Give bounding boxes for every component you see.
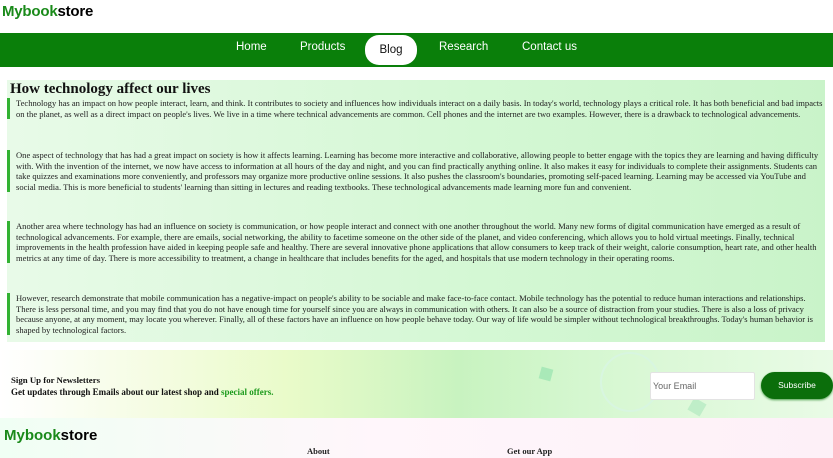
newsletter-subtext: Get updates through Emails about our lat…	[11, 387, 273, 397]
footer-logo[interactable]: Mybookstore	[4, 427, 97, 444]
article-paragraph-1: Technology has an impact on how people i…	[7, 98, 825, 119]
nav-contact[interactable]: Contact us	[522, 41, 577, 53]
newsletter-highlight: special offers.	[220, 387, 274, 397]
main-navbar: Home Products Blog Research Contact us	[0, 33, 833, 67]
decorative-square	[538, 366, 554, 382]
article-paragraph-3: Another area where technology has had an…	[7, 221, 825, 263]
site-logo[interactable]: Mybookstore	[2, 3, 93, 20]
newsletter-section: Sign Up for Newsletters Get updates thro…	[0, 350, 833, 418]
email-input[interactable]: Your Email	[650, 372, 755, 400]
subscribe-button[interactable]: Subscribe	[761, 372, 833, 399]
logo-part-2: store	[57, 3, 94, 20]
logo-part-1: Mybook	[2, 3, 58, 20]
article-title: How technology affect our lives	[10, 81, 211, 97]
footer-about-heading: About	[307, 446, 330, 456]
newsletter-heading: Sign Up for Newsletters	[11, 375, 101, 385]
footer-logo-part-2: store	[60, 427, 98, 444]
site-footer: Mybookstore About Get our App	[0, 418, 833, 458]
footer-logo-part-1: Mybook	[4, 427, 61, 444]
newsletter-subtext-main: Get updates through Emails about our lat…	[11, 387, 221, 397]
decorative-square	[687, 397, 707, 417]
nav-home[interactable]: Home	[236, 41, 267, 53]
blog-article: How technology affect our lives Technolo…	[7, 80, 825, 342]
footer-get-app-heading: Get our App	[507, 446, 553, 456]
nav-research[interactable]: Research	[439, 41, 488, 53]
article-paragraph-4: However, research demonstrate that mobil…	[7, 293, 825, 335]
nav-products[interactable]: Products	[300, 41, 345, 53]
nav-blog[interactable]: Blog	[365, 35, 417, 65]
article-paragraph-2: One aspect of technology that has had a …	[7, 150, 825, 192]
